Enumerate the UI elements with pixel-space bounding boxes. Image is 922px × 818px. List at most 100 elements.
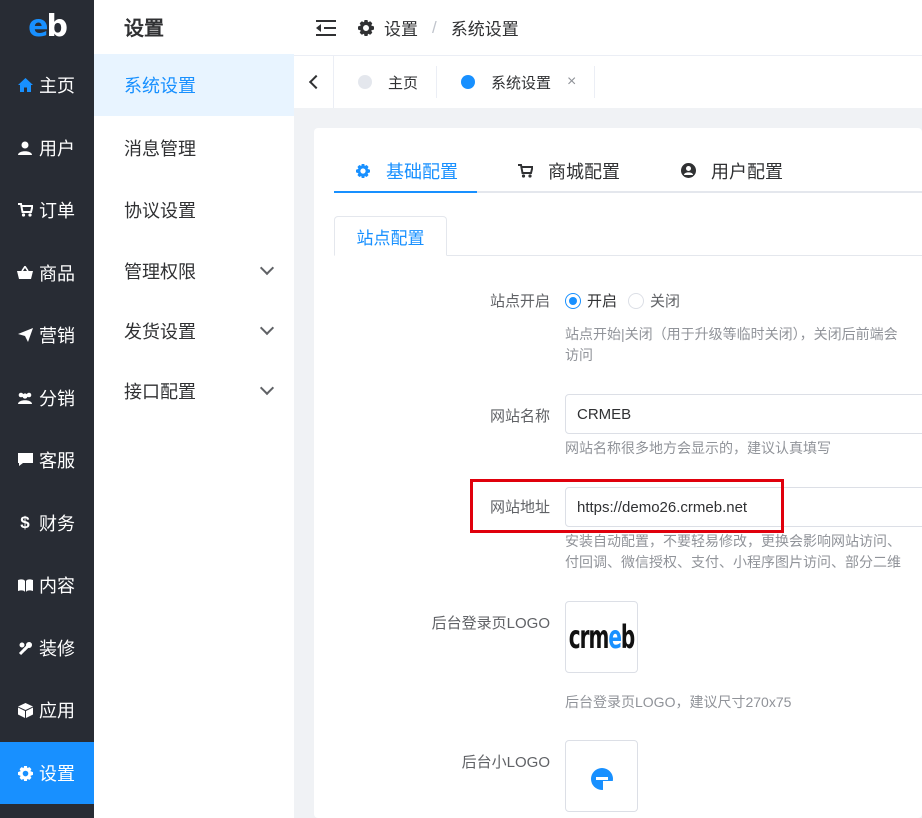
crmeb-logo-image: crmeb bbox=[568, 617, 635, 657]
highlight-box bbox=[470, 479, 784, 533]
breadcrumb-separator: / bbox=[432, 17, 437, 37]
nav-label: 营销 bbox=[39, 326, 75, 346]
admin-login-logo-help: 后台登录页LOGO，建议尺寸270x75 bbox=[565, 694, 792, 710]
tab-home[interactable]: 主页 bbox=[334, 66, 438, 98]
submenu-item-api[interactable]: 接口配置 bbox=[94, 360, 294, 422]
nav-label: 内容 bbox=[39, 576, 75, 596]
radio-site-open-on[interactable]: 开启 bbox=[565, 290, 617, 311]
chevron-down-icon bbox=[259, 380, 275, 396]
submenu-item-shipping[interactable]: 发货设置 bbox=[94, 300, 294, 362]
cart-icon bbox=[16, 201, 34, 219]
site-name-input[interactable]: CRMEB bbox=[565, 394, 922, 434]
site-url-help-cont: 付回调、微信授权、支付、小程序图片访问、部分二维 bbox=[565, 554, 901, 570]
nav-item-user[interactable]: 用户 bbox=[0, 117, 94, 179]
tab-site-config[interactable]: 站点配置 bbox=[334, 216, 447, 256]
nav-label: 分销 bbox=[39, 389, 75, 409]
nav-item-goods[interactable]: 商品 bbox=[0, 242, 94, 304]
nav-label: 用户 bbox=[39, 139, 75, 159]
submenu-item-agreement[interactable]: 协议设置 bbox=[94, 179, 294, 241]
submenu-item-system-settings[interactable]: 系统设置 bbox=[94, 54, 294, 116]
tools-icon bbox=[16, 639, 34, 657]
nav-item-distribution[interactable]: 分销 bbox=[0, 367, 94, 429]
submenu-item-message[interactable]: 消息管理 bbox=[94, 117, 294, 179]
cube-icon bbox=[16, 701, 34, 719]
close-icon[interactable]: × bbox=[567, 73, 576, 91]
site-open-label: 站点开启 bbox=[489, 293, 550, 310]
admin-small-logo-upload[interactable] bbox=[565, 740, 638, 812]
nav-label: 设置 bbox=[39, 764, 75, 784]
nav-item-order[interactable]: 订单 bbox=[0, 179, 94, 241]
tab-dot bbox=[461, 75, 476, 89]
active-tab-indicator bbox=[334, 191, 477, 193]
radio-circle bbox=[565, 292, 581, 309]
tab-basic-config[interactable]: 基础配置 bbox=[354, 148, 458, 193]
radio-circle bbox=[628, 292, 644, 309]
submenu-label: 协议设置 bbox=[124, 201, 196, 221]
radio-label: 关闭 bbox=[650, 293, 681, 310]
home-icon bbox=[16, 76, 34, 94]
settings-submenu: 设置 系统设置 消息管理 协议设置 管理权限 发货设置 接口配置 bbox=[94, 0, 294, 818]
tab-label: 用户配置 bbox=[711, 161, 783, 182]
eb-logo-icon: eb bbox=[28, 8, 68, 44]
nav-item-settings[interactable]: 设置 bbox=[0, 742, 94, 804]
tab-label: 系统设置 bbox=[491, 74, 552, 92]
submenu-item-permission[interactable]: 管理权限 bbox=[94, 240, 294, 302]
nav-item-service[interactable]: 客服 bbox=[0, 429, 94, 491]
settings-card: 基础配置 商城配置 用户配置 站点配置 站点开启 开启 关闭 站点开始|关闭（用… bbox=[314, 128, 922, 818]
nav-label: 装修 bbox=[39, 639, 75, 659]
tab-system-settings[interactable]: 系统设置 × bbox=[437, 66, 596, 98]
breadcrumb-item[interactable]: 设置 bbox=[384, 15, 418, 40]
tab-label: 商城配置 bbox=[548, 161, 620, 182]
nav-item-content[interactable]: 内容 bbox=[0, 554, 94, 616]
tab-user-config[interactable]: 用户配置 bbox=[679, 148, 783, 193]
nav-item-marketing[interactable]: 营销 bbox=[0, 304, 94, 366]
submenu-label: 接口配置 bbox=[124, 382, 196, 402]
submenu-label: 管理权限 bbox=[124, 262, 196, 282]
nav-item-decoration[interactable]: 装修 bbox=[0, 617, 94, 679]
page-tabs: 主页 系统设置 × bbox=[294, 56, 922, 108]
nav-label: 应用 bbox=[39, 701, 75, 721]
chevron-left-icon bbox=[308, 74, 323, 90]
nav-label: 财务 bbox=[39, 514, 75, 534]
tabs-scroll-left-button[interactable] bbox=[294, 56, 334, 108]
user-icon bbox=[16, 139, 34, 157]
app-logo[interactable]: eb bbox=[0, 0, 94, 52]
site-name-label: 网站名称 bbox=[489, 408, 550, 425]
tab-label: 主页 bbox=[388, 74, 419, 92]
breadcrumb: 设置 / 系统设置 bbox=[358, 15, 519, 40]
tab-shop-config[interactable]: 商城配置 bbox=[516, 148, 620, 193]
nav-item-home[interactable]: 主页 bbox=[0, 54, 94, 116]
chevron-down-icon bbox=[259, 260, 275, 276]
book-icon bbox=[16, 576, 34, 594]
breadcrumb-item: 系统设置 bbox=[450, 20, 519, 39]
main-nav: eb 主页 用户 订单 商品 营销 分销 客服 $ 财务 内容 装修 应用 设置 bbox=[0, 0, 94, 818]
menu-fold-icon[interactable] bbox=[316, 19, 336, 36]
radio-label: 开启 bbox=[587, 293, 618, 310]
admin-login-logo-upload[interactable]: crmeb bbox=[565, 601, 638, 673]
cart-icon bbox=[516, 162, 534, 180]
site-url-help: 安装自动配置，不要轻易修改，更换会影响网站访问、 bbox=[565, 533, 901, 549]
admin-small-logo-label: 后台小LOGO bbox=[461, 754, 550, 771]
admin-login-logo-label: 后台登录页LOGO bbox=[431, 615, 550, 632]
site-open-help: 站点开始|关闭（用于升级等临时关闭），关闭后前端会 bbox=[565, 326, 898, 342]
gear-icon bbox=[16, 764, 34, 782]
small-logo-image bbox=[590, 768, 613, 790]
site-config-tabs: 站点配置 bbox=[334, 216, 922, 256]
basket-icon bbox=[16, 264, 34, 282]
tab-label: 基础配置 bbox=[386, 161, 458, 182]
nav-label: 客服 bbox=[39, 451, 75, 471]
tab-dot bbox=[358, 75, 372, 89]
nav-label: 商品 bbox=[39, 264, 75, 284]
chevron-down-icon bbox=[259, 320, 275, 336]
radio-site-open-off[interactable]: 关闭 bbox=[628, 290, 680, 311]
dollar-icon: $ bbox=[20, 513, 30, 532]
nav-item-apps[interactable]: 应用 bbox=[0, 679, 94, 741]
chat-icon bbox=[16, 451, 34, 469]
nav-label: 订单 bbox=[39, 201, 75, 221]
nav-item-finance[interactable]: $ 财务 bbox=[0, 492, 94, 554]
top-header: 设置 / 系统设置 bbox=[294, 0, 922, 56]
gear-icon bbox=[358, 19, 374, 36]
gear-icon bbox=[354, 162, 372, 180]
submenu-title: 设置 bbox=[124, 18, 164, 40]
config-tabs: 基础配置 商城配置 用户配置 bbox=[334, 148, 922, 193]
